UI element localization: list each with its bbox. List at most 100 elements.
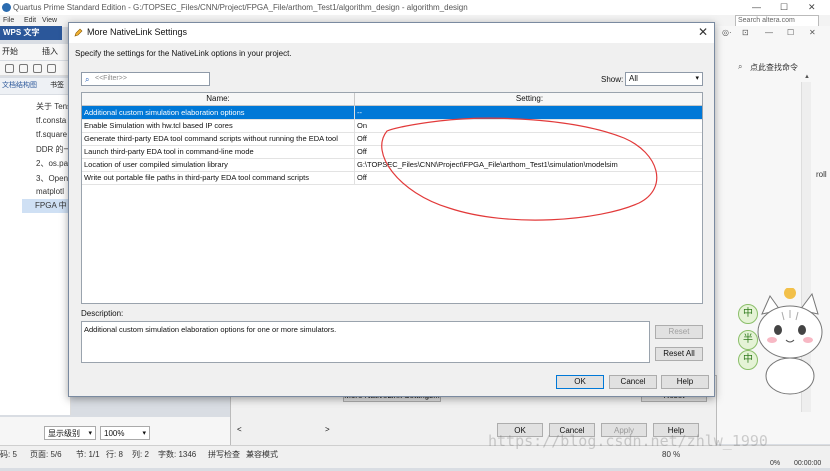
panel-icon[interactable]: ⊡	[742, 28, 749, 37]
status-percent: 0%	[770, 460, 781, 467]
help-button[interactable]: Help	[661, 375, 709, 389]
nav-item[interactable]: 2、os.pa	[36, 158, 68, 169]
tab-doc-structure[interactable]: 文档结构图	[2, 78, 37, 94]
dialog-subtitle: Specify the settings for the NativeLink …	[75, 49, 292, 58]
ok-button[interactable]: OK	[556, 375, 604, 389]
window-close-icon[interactable]: ✕	[808, 0, 816, 15]
scroll-right-icon[interactable]: >	[325, 425, 330, 434]
wps-app-button[interactable]: WPS 文字	[0, 26, 62, 40]
cat-sticker: 中 半 中	[738, 287, 830, 398]
status-words: 字数: 1346	[158, 450, 197, 459]
status-mode: 兼容模式	[246, 450, 278, 459]
description-label: Description:	[81, 309, 124, 318]
nav-item[interactable]: 3、Open	[36, 173, 68, 184]
row-setting[interactable]: Off	[357, 171, 699, 184]
column-name-header[interactable]: Name:	[82, 93, 355, 105]
table-row[interactable]: Launch third-party EDA tool in command-l…	[82, 145, 702, 159]
reset-button[interactable]: Reset	[655, 325, 703, 339]
find-command-button[interactable]: 点此查找命令	[750, 62, 798, 73]
scroll-left-icon[interactable]: <	[237, 425, 242, 434]
minimize-icon[interactable]: —	[765, 28, 773, 37]
row-name: Generate third-party EDA tool command sc…	[84, 134, 338, 143]
reset-all-button[interactable]: Reset All	[655, 347, 703, 361]
nav-tabs: 文档结构图 书签	[0, 78, 70, 94]
table-row[interactable]: Location of user compiled simulation lib…	[82, 158, 702, 172]
row-name: Launch third-party EDA tool in command-l…	[84, 147, 254, 156]
filter-input[interactable]: ⌕ <<Filter>>	[81, 72, 210, 86]
sticker-bubble: 中	[738, 350, 758, 370]
status-page: 码: 5	[0, 450, 17, 459]
watermark: https://blog.csdn.net/zhlw_1990	[488, 432, 768, 450]
row-setting[interactable]: --	[357, 106, 699, 119]
nav-item[interactable]: tf.square	[36, 130, 67, 139]
zoom-select[interactable]: 100% ▾	[100, 426, 150, 440]
row-name: Additional custom simulation elaboration…	[84, 108, 245, 117]
show-value: All	[629, 74, 638, 83]
settings-table: Name: Setting: Additional custom simulat…	[81, 92, 703, 304]
restore-icon[interactable]: ☐	[787, 28, 794, 37]
dialog-title-bar: More NativeLink Settings ✕	[69, 23, 714, 43]
maximize-icon[interactable]: ☐	[780, 0, 788, 15]
show-select[interactable]: All ▾	[625, 72, 703, 86]
cancel-button[interactable]: Cancel	[609, 375, 657, 389]
pencil-icon	[74, 28, 83, 37]
wps-ribbon-tabs: 开始 插入	[0, 44, 70, 60]
nav-item[interactable]: DDR 的一	[36, 144, 72, 155]
status-pages: 页面: 5/6	[30, 450, 62, 459]
chevron-down-icon: ▾	[142, 430, 146, 437]
row-setting[interactable]: G:\TOPSEC_Files\CNN\Project\FPGA_File\ar…	[357, 158, 699, 171]
status-zoom[interactable]: 80 %	[662, 448, 680, 462]
app-title-bar: Quartus Prime Standard Edition - G:/TOPS…	[0, 0, 830, 16]
display-level-select[interactable]: 显示级别 ▾	[44, 426, 96, 440]
row-name: Write out portable file paths in third-p…	[84, 173, 309, 182]
row-setting[interactable]: Off	[357, 132, 699, 145]
description-text: Additional custom simulation elaboration…	[84, 325, 337, 334]
table-header: Name: Setting:	[82, 93, 702, 106]
nav-item-selected[interactable]: FPGA 中	[22, 199, 68, 213]
close-icon[interactable]: ✕	[698, 25, 708, 39]
close-icon[interactable]: ✕	[809, 28, 816, 37]
zoom-value: 100%	[104, 429, 125, 438]
save-icon[interactable]	[5, 64, 14, 73]
tab-bookmarks[interactable]: 书签	[50, 78, 64, 94]
row-setting[interactable]: Off	[357, 145, 699, 158]
nav-item[interactable]: tf.consta	[36, 116, 66, 125]
undo-icon[interactable]	[47, 64, 56, 73]
sticker-bubble: 半	[738, 330, 758, 350]
status-col: 列: 2	[132, 450, 149, 459]
nav-item[interactable]: 关于 Tens	[36, 101, 71, 112]
cat-icon	[757, 287, 823, 395]
table-row[interactable]: Enable Simulation with hw.tcl based IP c…	[82, 119, 702, 133]
column-setting-header[interactable]: Setting:	[355, 93, 704, 105]
row-name: Enable Simulation with hw.tcl based IP c…	[84, 121, 233, 130]
nativelink-dialog: More NativeLink Settings ✕ Specify the s…	[68, 22, 715, 397]
search-icon[interactable]: ⌕	[738, 62, 742, 72]
status-spell[interactable]: 拼写检查	[208, 448, 240, 462]
sticker-bubble: 中	[738, 304, 758, 324]
preview-icon[interactable]	[33, 64, 42, 73]
status-section: 节: 1/1	[76, 450, 100, 459]
quartus-logo-icon	[2, 3, 11, 12]
chevron-down-icon: ▾	[88, 430, 92, 437]
chevron-down-icon: ▾	[695, 75, 699, 82]
row-name: Location of user compiled simulation lib…	[84, 160, 228, 169]
help-icon[interactable]: ◎·	[722, 28, 732, 37]
tab-insert[interactable]: 插入	[42, 44, 58, 60]
table-row[interactable]: Additional custom simulation elaboration…	[82, 106, 702, 120]
show-label: Show:	[601, 75, 624, 84]
app-title: Quartus Prime Standard Edition - G:/TOPS…	[13, 3, 468, 12]
row-setting[interactable]: On	[357, 119, 699, 132]
zoom-controls: 显示级别 ▾ 100% ▾	[0, 417, 230, 445]
right-edge-text: roll	[816, 170, 827, 179]
display-level-value: 显示级别	[48, 429, 80, 438]
status-time: 00:00:00	[794, 460, 822, 467]
nav-item[interactable]: matplotl	[36, 187, 64, 196]
tab-start[interactable]: 开始	[2, 44, 18, 60]
table-row[interactable]: Generate third-party EDA tool command sc…	[82, 132, 702, 146]
doc-structure-panel: 关于 Tens tf.consta tf.square DDR 的一 2、os.…	[0, 95, 72, 415]
scroll-up-icon[interactable]: ▲	[804, 74, 810, 80]
wps-quick-toolbar	[0, 61, 70, 76]
print-icon[interactable]	[19, 64, 28, 73]
table-row[interactable]: Write out portable file paths in third-p…	[82, 171, 702, 185]
minimize-icon[interactable]: —	[752, 0, 761, 15]
